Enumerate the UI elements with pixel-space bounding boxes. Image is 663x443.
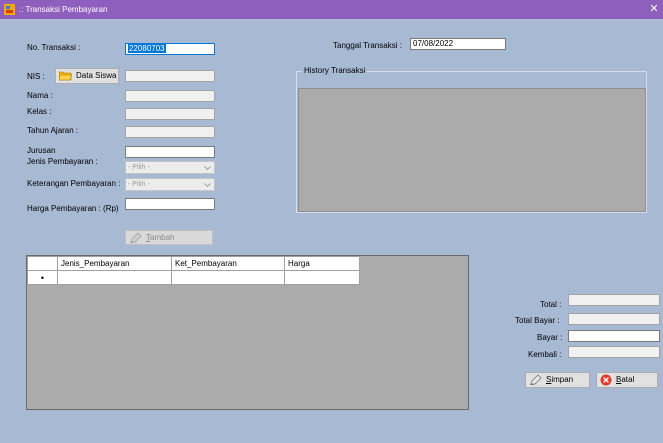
total-label: Total : <box>540 300 562 309</box>
bayar-label: Bayar : <box>537 333 563 342</box>
form-body: No. Transaksi : 22080703 NIS : Data Sisw… <box>0 19 663 443</box>
kembali-label: Kembali : <box>528 350 562 359</box>
folder-icon <box>59 72 72 81</box>
nama-label: Nama : <box>27 91 53 100</box>
batal-button[interactable]: Batal <box>596 372 658 388</box>
cell-jenis[interactable] <box>57 270 172 285</box>
jenis-pembayaran-value: - Pilih - <box>128 164 150 171</box>
kembali-input[interactable] <box>568 346 660 358</box>
row-header-corner <box>27 256 58 271</box>
tahun-ajaran-label: Tahun Ajaran : <box>27 126 79 135</box>
tanggal-input[interactable]: 07/08/2022 <box>410 38 506 50</box>
pencil-icon <box>130 232 142 244</box>
data-siswa-button[interactable]: Data Siswa <box>55 68 119 84</box>
close-icon[interactable]: ✕ <box>647 2 661 16</box>
column-header-jenis[interactable]: Jenis_Pembayaran <box>57 256 172 271</box>
jenis-pembayaran-label: Jenis Pembayaran : <box>27 157 98 166</box>
data-siswa-label: Data Siswa <box>76 71 117 80</box>
tambah-button[interactable]: Tambah <box>125 230 213 245</box>
kelas-input[interactable] <box>125 108 215 120</box>
tambah-label: ambah <box>150 233 175 242</box>
column-header-harga[interactable]: Harga <box>284 256 360 271</box>
jurusan-input[interactable] <box>125 146 215 158</box>
batal-label: atal <box>621 375 635 384</box>
column-header-ket[interactable]: Ket_Pembayaran <box>171 256 285 271</box>
app-icon <box>4 4 15 15</box>
title-bar: .: Transaksi Pembayaran ✕ <box>0 0 663 19</box>
bayar-input[interactable] <box>568 330 660 342</box>
window-title: .: Transaksi Pembayaran <box>19 5 108 14</box>
kelas-label: Kelas : <box>27 107 52 116</box>
cell-harga[interactable] <box>284 270 360 285</box>
history-title: History Transaksi <box>302 66 368 75</box>
harga-input[interactable] <box>125 198 215 210</box>
total-input[interactable] <box>568 294 660 306</box>
keterangan-value: - Pilih - <box>128 181 150 188</box>
cancel-icon <box>600 374 612 386</box>
nis-label: NIS : <box>27 72 45 81</box>
no-transaksi-input[interactable]: 22080703 <box>125 43 215 55</box>
no-transaksi-value: 22080703 <box>128 44 166 53</box>
jurusan-label: Jurusan <box>27 146 56 155</box>
pembayaran-grid[interactable]: Jenis_Pembayaran Ket_Pembayaran Harga • <box>26 255 469 410</box>
tanggal-value: 07/08/2022 <box>413 39 454 48</box>
total-bayar-label: Total Bayar : <box>515 316 560 325</box>
pembayaran-table: Jenis_Pembayaran Ket_Pembayaran Harga • <box>27 256 360 285</box>
keterangan-select[interactable]: - Pilih - <box>125 178 215 191</box>
harga-label: Harga Pembayaran : (Rp) <box>27 204 119 213</box>
pencil-icon <box>530 374 542 386</box>
total-bayar-input[interactable] <box>568 313 660 325</box>
tanggal-label: Tanggal Transaksi : <box>333 41 402 50</box>
nama-input[interactable] <box>125 90 215 102</box>
simpan-button[interactable]: Simpan <box>525 372 590 388</box>
table-row[interactable]: • <box>27 270 360 285</box>
no-transaksi-label: No. Transaksi : <box>27 43 81 52</box>
nis-input[interactable] <box>125 70 215 82</box>
history-grid[interactable] <box>298 88 646 212</box>
jenis-pembayaran-select[interactable]: - Pilih - <box>125 161 215 174</box>
grid-header-row: Jenis_Pembayaran Ket_Pembayaran Harga <box>27 256 360 271</box>
chevron-down-icon <box>204 183 211 188</box>
tahun-ajaran-input[interactable] <box>125 126 215 138</box>
cell-ket[interactable] <box>171 270 285 285</box>
chevron-down-icon <box>204 166 211 171</box>
history-groupbox: History Transaksi <box>296 66 647 213</box>
keterangan-label: Keterangan Pembayaran : <box>27 179 121 188</box>
simpan-label: impan <box>551 375 574 384</box>
new-row-marker: • <box>27 270 58 285</box>
